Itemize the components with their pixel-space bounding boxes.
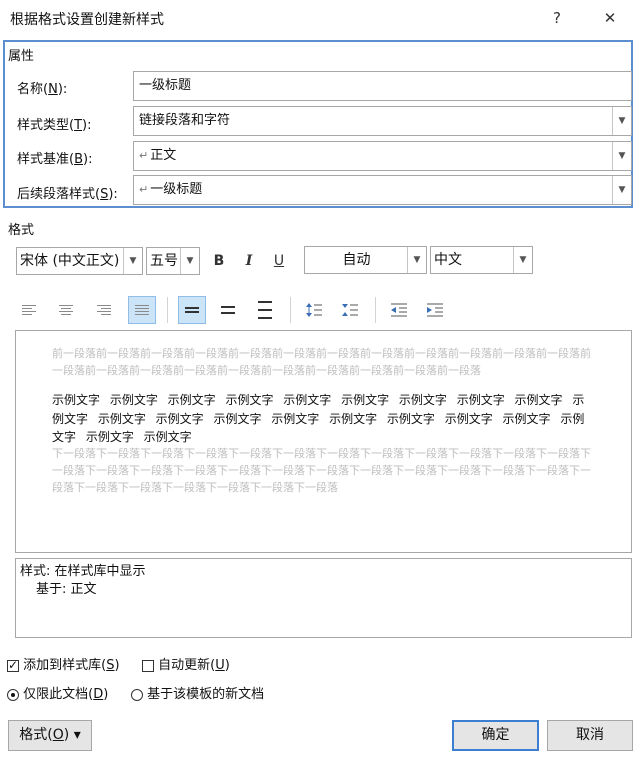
based-on-value: 正文 bbox=[150, 148, 177, 163]
style-type-label: 样式类型(T): bbox=[17, 118, 92, 133]
paragraph-mark-icon: ↵ bbox=[139, 183, 149, 196]
name-label: 名称(N): bbox=[17, 82, 68, 97]
next-style-select[interactable]: ↵ 一级标题 ▼ bbox=[133, 175, 632, 205]
new-documents-radio[interactable]: 基于该模板的新文档 bbox=[131, 683, 264, 702]
italic-button[interactable]: I bbox=[235, 247, 263, 275]
style-type-value: 链接段落和字符 bbox=[139, 113, 231, 128]
toolbar-separator bbox=[290, 297, 291, 323]
title-bar: 根据格式设置创建新样式 ? ✕ bbox=[0, 0, 640, 38]
new-documents-label: 基于该模板的新文档 bbox=[147, 687, 265, 702]
chevron-down-icon[interactable]: ▼ bbox=[123, 248, 142, 274]
style-preview: 前一段落前一段落前一段落前一段落前一段落前一段落前一段落前一段落前一段落前一段落… bbox=[15, 330, 632, 553]
radio-icon[interactable] bbox=[131, 688, 143, 701]
properties-heading: 属性 bbox=[8, 49, 35, 64]
style-type-select[interactable]: 链接段落和字符 ▼ bbox=[133, 106, 632, 136]
radio-selected-icon[interactable] bbox=[7, 688, 19, 701]
underline-button[interactable]: U bbox=[265, 247, 293, 275]
based-on-select[interactable]: ↵ 正文 ▼ bbox=[133, 141, 632, 171]
increase-spacing-icon[interactable] bbox=[300, 296, 328, 324]
font-color-select[interactable]: 自动 ▼ bbox=[304, 246, 427, 274]
language-select[interactable]: 中文 ▼ bbox=[430, 246, 533, 274]
chevron-down-icon[interactable]: ▼ bbox=[612, 176, 631, 204]
window-title: 根据格式设置创建新样式 bbox=[10, 12, 164, 28]
one-half-spacing-icon[interactable] bbox=[214, 296, 242, 324]
this-document-radio[interactable]: 仅限此文档(D) bbox=[7, 683, 108, 702]
single-spacing-icon[interactable] bbox=[178, 296, 206, 324]
close-icon[interactable]: ✕ bbox=[596, 5, 624, 31]
style-description: 样式: 在样式库中显示 基于: 正文 bbox=[15, 558, 632, 638]
decrease-spacing-icon[interactable] bbox=[336, 296, 364, 324]
language-value: 中文 bbox=[434, 252, 462, 268]
double-spacing-icon[interactable] bbox=[251, 296, 279, 324]
ok-button[interactable]: 确定 bbox=[452, 720, 539, 751]
increase-indent-icon[interactable] bbox=[421, 296, 449, 324]
chevron-down-icon[interactable]: ▼ bbox=[180, 248, 199, 274]
name-input[interactable]: 一级标题 bbox=[133, 71, 632, 101]
toolbar-separator bbox=[375, 297, 376, 323]
font-value: 宋体 (中文正文) bbox=[20, 253, 120, 269]
description-line: 样式: 在样式库中显示 bbox=[20, 564, 146, 579]
preview-previous-paragraph: 前一段落前一段落前一段落前一段落前一段落前一段落前一段落前一段落前一段落前一段落… bbox=[52, 347, 591, 377]
checkbox-checked-icon[interactable] bbox=[7, 658, 19, 672]
chevron-down-icon[interactable]: ▼ bbox=[612, 142, 631, 170]
add-to-gallery-checkbox[interactable]: 添加到样式库(S) bbox=[7, 654, 120, 673]
bold-button[interactable]: B bbox=[205, 247, 233, 275]
add-to-gallery-label: 添加到样式库(S) bbox=[23, 658, 120, 673]
next-style-value: 一级标题 bbox=[150, 182, 203, 197]
font-color-value: 自动 bbox=[342, 252, 371, 268]
chevron-down-icon: ▾ bbox=[73, 727, 81, 743]
chevron-down-icon[interactable]: ▼ bbox=[407, 247, 426, 273]
chevron-down-icon[interactable]: ▼ bbox=[612, 107, 631, 135]
cancel-button[interactable]: 取消 bbox=[547, 720, 633, 751]
next-style-label: 后续段落样式(S): bbox=[17, 187, 118, 202]
size-select[interactable]: 五号 ▼ bbox=[146, 247, 200, 275]
decrease-indent-icon[interactable] bbox=[385, 296, 413, 324]
auto-update-label: 自动更新(U) bbox=[158, 658, 230, 673]
justify-icon[interactable] bbox=[128, 296, 156, 324]
checkbox-icon[interactable] bbox=[142, 659, 154, 672]
align-center-icon[interactable] bbox=[52, 296, 80, 324]
auto-update-checkbox[interactable]: 自动更新(U) bbox=[142, 654, 230, 673]
preview-sample-text: 示例文字 示例文字 示例文字 示例文字 示例文字 示例文字 示例文字 示例文字 … bbox=[52, 393, 585, 444]
description-line: 基于: 正文 bbox=[36, 582, 97, 597]
chevron-down-icon[interactable]: ▼ bbox=[513, 247, 532, 273]
based-on-label: 样式基准(B): bbox=[17, 152, 93, 167]
format-menu-button[interactable]: 格式(O) ▾ bbox=[8, 720, 92, 751]
help-button[interactable]: ? bbox=[543, 5, 571, 31]
this-document-label: 仅限此文档(D) bbox=[23, 687, 109, 702]
align-right-icon[interactable] bbox=[90, 296, 118, 324]
paragraph-mark-icon: ↵ bbox=[139, 149, 149, 162]
font-select[interactable]: 宋体 (中文正文) ▼ bbox=[16, 247, 143, 275]
toolbar-separator bbox=[167, 297, 168, 323]
size-value: 五号 bbox=[150, 253, 178, 269]
preview-next-paragraph: 下一段落下一段落下一段落下一段落下一段落下一段落下一段落下一段落下一段落下一段落… bbox=[52, 447, 591, 494]
format-heading: 格式 bbox=[8, 223, 35, 238]
align-left-icon[interactable] bbox=[15, 296, 43, 324]
